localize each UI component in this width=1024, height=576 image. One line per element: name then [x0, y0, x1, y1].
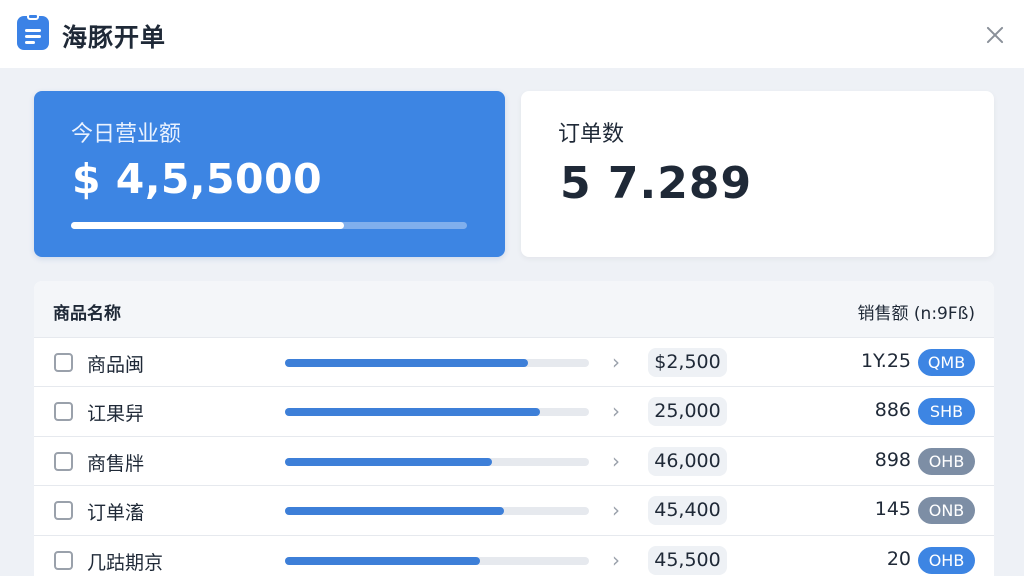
chevron-right-icon[interactable]: ›	[612, 498, 620, 522]
status-badge: OHB	[918, 447, 975, 475]
chevron-right-icon[interactable]: ›	[612, 399, 620, 423]
row-checkbox[interactable]	[54, 501, 73, 521]
sales-value: 898	[874, 448, 911, 471]
status-badge: OHB	[918, 546, 975, 574]
revenue-value: $ 4,5,5000	[72, 155, 323, 203]
sales-progress-track	[285, 556, 589, 565]
amount-pill: 25,000	[648, 397, 727, 427]
orders-card: 订单数 5 7.289	[521, 91, 994, 257]
table-row[interactable]: 订单滀 › 45,400 145 ONB	[34, 485, 994, 534]
revenue-progress-fill	[71, 222, 345, 229]
amount-pill: 46,000	[648, 446, 727, 476]
revenue-label: 今日营业额	[71, 122, 182, 147]
close-icon[interactable]	[980, 20, 1010, 50]
row-checkbox[interactable]	[54, 402, 73, 422]
table-row[interactable]: 讧果舁 › 25,000 886 SHB	[34, 386, 994, 435]
product-table: 商品名称 销售额 (n:9Fß) 商品闽 › $2,500 1Y.25 QMB 讧果舁 › 2…	[34, 281, 994, 576]
sales-progress-fill	[285, 556, 480, 565]
sales-progress-track	[285, 507, 589, 516]
amount-pill: 45,400	[648, 496, 727, 526]
orders-value: 5 7.289	[560, 158, 753, 209]
sales-progress-track	[285, 457, 589, 466]
status-badge: ONB	[918, 497, 975, 525]
status-badge: QMB	[918, 349, 975, 376]
sales-value: 1Y.25	[860, 350, 911, 372]
sales-progress-fill	[285, 408, 541, 417]
table-row[interactable]: 商售牉 › 46,000 898 OHB	[34, 435, 994, 485]
sales-value: 886	[874, 399, 911, 422]
revenue-progress-track	[71, 222, 467, 229]
sales-value: 145	[874, 498, 911, 521]
row-checkbox[interactable]	[54, 550, 73, 570]
amount-pill: $2,500	[648, 348, 727, 377]
product-name: 讧果舁	[87, 403, 145, 426]
table-header: 商品名称 销售额 (n:9Fß)	[34, 281, 994, 337]
table-row[interactable]: 几跍期京 › 45,500 20 OHB	[34, 534, 994, 576]
chevron-right-icon[interactable]: ›	[612, 548, 620, 572]
sales-progress-fill	[285, 359, 529, 367]
product-name: 商品闽	[87, 354, 145, 376]
sales-progress-track	[285, 359, 589, 367]
sales-value: 20	[886, 547, 911, 570]
sales-progress-fill	[285, 507, 504, 516]
title-bar: 海豚开单	[0, 0, 1024, 68]
column-header-name: 商品名称	[53, 304, 121, 324]
app-title: 海豚开单	[62, 23, 167, 52]
sales-progress-fill	[285, 457, 492, 466]
row-checkbox[interactable]	[54, 451, 73, 471]
product-name: 几跍期京	[87, 551, 164, 574]
revenue-card: 今日营业额 $ 4,5,5000	[34, 91, 505, 257]
table-row[interactable]: 商品闽 › $2,500 1Y.25 QMB	[34, 337, 994, 386]
clipboard-icon	[17, 13, 49, 50]
product-name: 订单滀	[87, 502, 145, 525]
sales-progress-track	[285, 408, 589, 417]
row-checkbox[interactable]	[54, 353, 73, 372]
orders-label: 订单数	[558, 122, 625, 147]
chevron-right-icon[interactable]: ›	[612, 350, 620, 374]
product-name: 商售牉	[87, 452, 145, 475]
chevron-right-icon[interactable]: ›	[612, 449, 620, 473]
amount-pill: 45,500	[648, 545, 727, 575]
status-badge: SHB	[918, 398, 975, 426]
column-header-sales: 销售额 (n:9Fß)	[857, 304, 975, 324]
